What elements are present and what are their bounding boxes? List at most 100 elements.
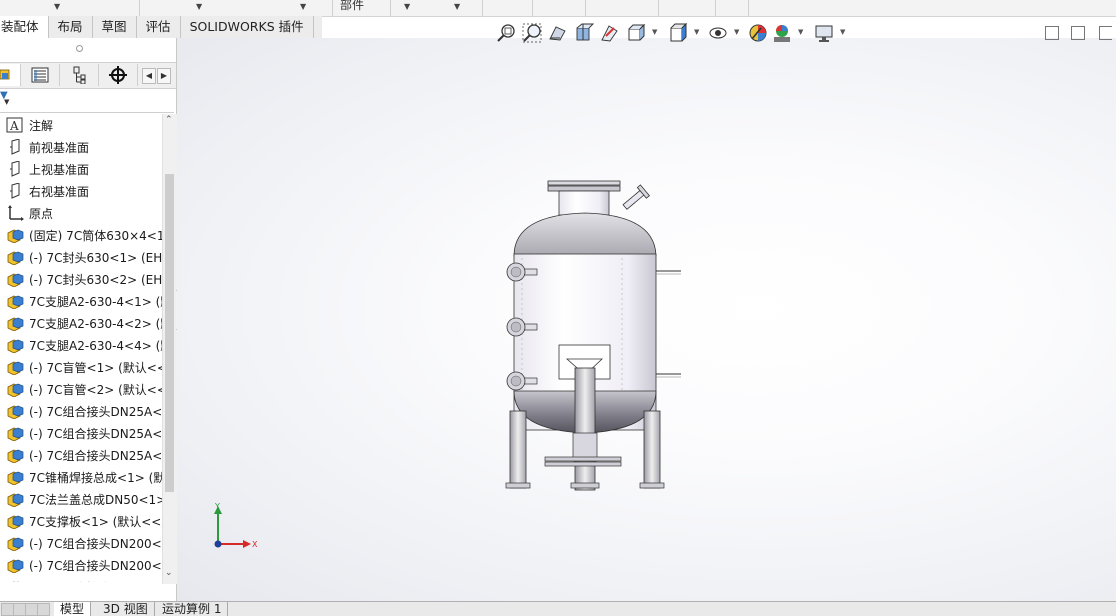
chevron-down-icon[interactable]: ▼ [454, 2, 460, 11]
tree-item-label: 7C支撑板<1> (默认<<默 [29, 515, 162, 529]
part-icon [6, 359, 24, 376]
view-orientation-icon[interactable] [626, 23, 646, 43]
tree-item[interactable]: 原点 [0, 202, 162, 224]
part-icon [6, 535, 24, 552]
chevron-down-icon[interactable]: ▼ [404, 2, 410, 11]
panel-resize-handle[interactable] [76, 45, 83, 52]
tab-configuration-manager[interactable] [60, 64, 99, 86]
tree-item[interactable]: 上视基准面 [0, 158, 162, 180]
tab-feature-manager[interactable] [0, 64, 21, 86]
tree-item-label: (-) 7C封头630<1> (EHB [29, 251, 162, 265]
view-settings-icon[interactable] [814, 23, 834, 43]
tab-sketch[interactable]: 草图 [93, 16, 137, 38]
tree-item[interactable]: 7C锥桶焊接总成<1> (默 [0, 466, 162, 488]
part-button[interactable]: 部件 [340, 0, 364, 13]
previous-view-icon[interactable] [548, 23, 568, 43]
chevron-down-icon[interactable]: ▼ [840, 28, 845, 36]
tree-item[interactable]: (-) 7C封头630<1> (EHB [0, 246, 162, 268]
part-icon [6, 579, 24, 582]
graphics-viewport[interactable]: Y X [177, 26, 1116, 601]
section-view-icon[interactable] [574, 23, 594, 43]
chevron-down-icon[interactable]: ▼ [4, 98, 9, 106]
tree-filter-row[interactable]: ▼ ▼ [0, 88, 174, 113]
tree-item[interactable]: 7C支撑板<1> (默认<<默 [0, 510, 162, 532]
feature-tree: A 注解 前视基准面 上视基准面 右视基准面 原点 (固定) 7C筒体630×4<1> (-)… [0, 114, 162, 582]
chevron-down-icon[interactable]: ▼ [798, 28, 803, 36]
configuration-manager-icon [73, 66, 86, 84]
part-icon [6, 337, 24, 354]
tab-3d-view[interactable]: 3D 视图 [97, 602, 155, 616]
tree-item[interactable]: (-) 7C组合接头DN25A<1 [0, 400, 162, 422]
scrollbar-thumb[interactable] [165, 174, 174, 492]
zoom-to-area-icon[interactable] [522, 23, 542, 43]
part-icon [6, 425, 24, 442]
tree-item-label: (-) 7C盲管<2> (默认<<: [29, 383, 162, 397]
hide-show-items-icon[interactable] [708, 23, 728, 43]
panel-left-icon[interactable] [1045, 26, 1059, 40]
apply-scene-icon[interactable] [772, 23, 792, 43]
tab-solidworks-addins[interactable]: SOLIDWORKS 插件 [181, 16, 314, 38]
tree-item[interactable]: (-) 7C组合接头DN200<2 [0, 554, 162, 576]
tree-item[interactable]: (-) 7C组合接头DN25A<3 [0, 444, 162, 466]
tree-item[interactable]: (固定) 7C筒体630×4<1> [0, 224, 162, 246]
tab-assembly[interactable]: 装配体 [0, 16, 49, 38]
part-icon [6, 271, 24, 288]
tree-item[interactable]: 7C法兰盖总成DN50<1> [0, 488, 162, 510]
tree-item[interactable]: A 注解 [0, 114, 162, 136]
tree-item[interactable]: (-) 7C盲管<2> (默认<<: [0, 378, 162, 400]
toolbar-separator [482, 0, 483, 16]
tree-item[interactable]: (-) 7C封头630<2> (EHB [0, 268, 162, 290]
tree-item[interactable]: (-) 7C盲管<1> (默认<<: [0, 356, 162, 378]
pressure-vessel-model[interactable] [497, 173, 687, 493]
panel-right-icon[interactable] [1071, 26, 1085, 40]
part-icon [6, 469, 24, 486]
part-icon [6, 557, 24, 574]
tab-scroll-right-button[interactable]: ▶ [157, 68, 171, 84]
tree-item[interactable]: 7C支腿A2-630-4<4> (默 [0, 334, 162, 356]
dynamic-annotation-icon[interactable] [600, 23, 620, 43]
tab-evaluate[interactable]: 评估 [137, 16, 181, 38]
tree-item-label: (-) 7C组合接头DN25A<3 [29, 449, 162, 463]
tree-item[interactable]: 7C支腿A2-630-4<2> (默 [0, 312, 162, 334]
tree-scrollbar[interactable]: ⌃ ⌄ [162, 114, 177, 584]
tree-item[interactable]: 前视基准面 [0, 136, 162, 158]
tab-dimxpert-manager[interactable] [99, 64, 138, 86]
part-icon [6, 447, 24, 464]
zoom-to-fit-icon[interactable] [496, 23, 516, 43]
tab-layout[interactable]: 布局 [49, 16, 93, 38]
chevron-down-icon[interactable]: ▼ [652, 28, 657, 36]
plane-icon [6, 138, 24, 155]
tree-item[interactable]: (-) 7C组合接头DN25A<4 [0, 576, 162, 582]
chevron-down-icon[interactable]: ▼ [734, 28, 739, 36]
tree-item[interactable]: 7C支腿A2-630-4<1> (默 [0, 290, 162, 312]
part-icon [6, 249, 24, 266]
tab-motion-study[interactable]: 运动算例 1 [156, 602, 229, 616]
tree-item[interactable]: 右视基准面 [0, 180, 162, 202]
chevron-down-icon[interactable]: ▼ [300, 2, 306, 11]
chevron-down-icon[interactable]: ▼ [54, 2, 60, 11]
bottom-tab-bar: 模型 3D 视图 运动算例 1 [0, 601, 1116, 616]
tree-item-label: 7C锥桶焊接总成<1> (默 [29, 471, 162, 485]
tree-item-label: (-) 7C组合接头DN25A<1 [29, 405, 162, 419]
edit-appearance-icon[interactable] [748, 23, 768, 43]
scroll-down-icon[interactable]: ⌄ [165, 568, 173, 578]
tree-item-label: (-) 7C组合接头DN200<1 [29, 537, 162, 551]
tab-model[interactable]: 模型 [54, 602, 92, 616]
display-style-icon[interactable] [668, 23, 688, 43]
chevron-down-icon[interactable]: ▼ [196, 2, 202, 11]
tree-item[interactable]: (-) 7C组合接头DN200<1 [0, 532, 162, 554]
tree-item-label: 7C法兰盖总成DN50<1> [29, 493, 162, 507]
tree-item[interactable]: (-) 7C组合接头DN25A<2 [0, 422, 162, 444]
tree-item-label: (-) 7C组合接头DN200<2 [29, 559, 162, 573]
chevron-down-icon[interactable]: ▼ [694, 28, 699, 36]
last-tab-button[interactable] [37, 603, 50, 616]
tab-property-manager[interactable] [21, 64, 60, 86]
part-icon [6, 403, 24, 420]
manager-tab-bar: ◀ ▶ [0, 62, 176, 89]
part-icon [6, 227, 24, 244]
tab-scroll-left-button[interactable]: ◀ [142, 68, 156, 84]
window-icon[interactable] [1099, 26, 1112, 40]
toolbar-separator [332, 0, 333, 16]
scroll-up-icon[interactable]: ⌃ [165, 115, 173, 125]
tree-item-label: 注解 [29, 119, 54, 133]
